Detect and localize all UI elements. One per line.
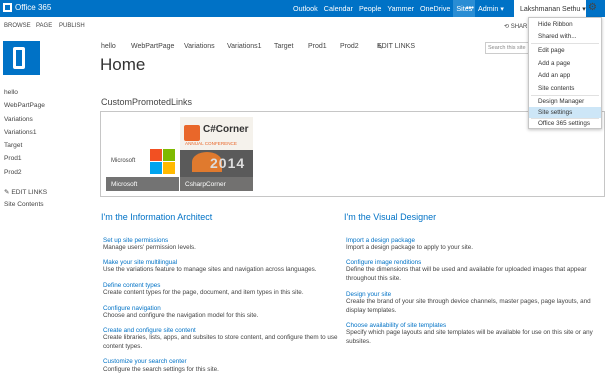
- topnav-item-webpartpage[interactable]: WebPartPage: [131, 43, 174, 50]
- menu-item-office365-settings[interactable]: Office 365 settings: [529, 118, 601, 129]
- link-import-design[interactable]: Import a design package: [346, 237, 415, 244]
- quicklaunch-site-contents[interactable]: Site Contents: [4, 201, 44, 208]
- desc-image-renditions: Define the dimensions that will be used …: [346, 266, 587, 282]
- csharpcorner-logo-icon: [184, 125, 200, 141]
- designer-title: I'm the Visual Designer: [344, 212, 437, 222]
- gear-icon[interactable]: ⚙: [588, 2, 597, 13]
- menu-item-site-settings[interactable]: Site settings: [529, 107, 601, 118]
- conference-banner: 2014: [180, 150, 253, 177]
- menu-item-design-manager[interactable]: Design Manager: [529, 96, 601, 107]
- desc-design-site: Create the brand of your site through de…: [346, 298, 591, 314]
- desc-site-templates: Specify which page layouts and site temp…: [346, 329, 593, 345]
- menu-item-site-contents[interactable]: Site contents: [529, 83, 601, 94]
- quicklaunch-item-prod2[interactable]: Prod2: [4, 169, 22, 176]
- quicklaunch-item-variations[interactable]: Variations: [4, 116, 33, 123]
- share-button[interactable]: ⟲ SHAR: [504, 23, 527, 30]
- brand-label: Office 365: [15, 3, 52, 12]
- topnav-item-variations[interactable]: Variations: [184, 43, 215, 50]
- admin-menu[interactable]: Admin ▾: [478, 4, 504, 13]
- conference-subtitle: ANNUAL CONFERENCE: [185, 141, 237, 146]
- sharepoint-logo-icon: [13, 47, 25, 69]
- microsoft-logo-text: Microsoft: [111, 158, 136, 164]
- menu-item-add-app[interactable]: Add an app: [529, 70, 601, 81]
- search-input[interactable]: Search this site: [485, 42, 530, 54]
- office365-brand[interactable]: Office 365: [3, 3, 51, 12]
- tile-microsoft-label: Microsoft: [106, 177, 179, 191]
- link-search-center[interactable]: Customize your search center: [103, 358, 187, 365]
- menu-item-add-page[interactable]: Add a page: [529, 58, 601, 69]
- site-logo[interactable]: [3, 41, 40, 75]
- topnav-item-prod2[interactable]: Prod2: [340, 43, 359, 50]
- windows-logo-icon: [150, 149, 175, 174]
- office-logo-icon: [3, 3, 12, 12]
- link-site-permissions[interactable]: Set up site permissions: [103, 237, 168, 244]
- ribbon-bar: BROWSE PAGE PUBLISH ⟲ SHAR: [0, 17, 605, 35]
- suite-nav-yammer[interactable]: Yammer: [384, 0, 417, 17]
- link-design-site[interactable]: Design your site: [346, 291, 391, 298]
- desc-multilingual: Use the variations feature to manage sit…: [103, 266, 317, 273]
- menu-item-shared-with[interactable]: Shared with...: [529, 31, 601, 42]
- desc-content-types: Create content types for the page, docum…: [103, 289, 304, 296]
- link-multilingual[interactable]: Make your site multilingual: [103, 259, 177, 266]
- tab-page[interactable]: PAGE: [36, 23, 52, 29]
- topnav-item-target[interactable]: Target: [274, 43, 293, 50]
- link-configure-navigation[interactable]: Configure navigation: [103, 305, 161, 312]
- quicklaunch-item-webpartpage[interactable]: WebPartPage: [4, 102, 45, 109]
- tile-csharpcorner-label: CsharpCorner: [180, 177, 253, 191]
- conference-year: 2014: [210, 155, 246, 171]
- page-title: Home: [100, 55, 146, 74]
- quicklaunch-item-prod1[interactable]: Prod1: [4, 155, 22, 162]
- quicklaunch-item-target[interactable]: Target: [4, 142, 22, 149]
- suite-nav-calendar[interactable]: Calendar: [321, 0, 356, 17]
- link-site-content[interactable]: Create and configure site content: [103, 327, 196, 334]
- desc-configure-navigation: Choose and configure the navigation mode…: [103, 312, 259, 319]
- link-content-types[interactable]: Define content types: [103, 282, 160, 289]
- tab-publish[interactable]: PUBLISH: [59, 23, 85, 29]
- topnav-item-prod1[interactable]: Prod1: [308, 43, 327, 50]
- menu-item-hide-ribbon[interactable]: Hide Ribbon: [529, 19, 601, 30]
- suite-nav-people[interactable]: People: [356, 0, 384, 17]
- desc-search-center: Configure the search settings for this s…: [103, 366, 219, 373]
- quicklaunch-item-variations1[interactable]: Variations1: [4, 129, 37, 136]
- suite-nav-onedrive[interactable]: OneDrive: [417, 0, 453, 17]
- more-apps-icon[interactable]: •••: [466, 3, 474, 12]
- desc-site-permissions: Manage users' permission levels.: [103, 244, 196, 251]
- quicklaunch-item-hello[interactable]: hello: [4, 89, 18, 96]
- quicklaunch-edit-links[interactable]: ✎ EDIT LINKS: [4, 188, 47, 196]
- desc-import-design: Import a design package to apply to your…: [346, 244, 474, 251]
- csharpcorner-brand: C#Corner: [203, 124, 249, 135]
- menu-item-edit-page[interactable]: Edit page: [529, 45, 601, 56]
- topnav-item-variations1[interactable]: Variations1: [227, 43, 262, 50]
- tile-csharpcorner[interactable]: C#Corner ANNUAL CONFERENCE 2014 CsharpCo…: [180, 117, 253, 191]
- tab-browse[interactable]: BROWSE: [4, 23, 31, 29]
- suite-nav-outlook[interactable]: Outlook: [290, 0, 321, 17]
- desc-site-content: Create libraries, lists, apps, and subsi…: [103, 334, 338, 350]
- user-menu[interactable]: Lakshmanan Sethu ▾: [514, 0, 586, 17]
- link-image-renditions[interactable]: Configure image renditions: [346, 259, 421, 266]
- suite-nav: Outlook Calendar People Yammer OneDrive …: [290, 0, 476, 17]
- topnav-item-hello[interactable]: hello: [101, 43, 116, 50]
- tile-microsoft[interactable]: Microsoft Microsoft: [106, 117, 179, 191]
- architect-title: I'm the Information Architect: [101, 212, 213, 222]
- link-site-templates[interactable]: Choose availability of site templates: [346, 322, 446, 329]
- suite-bar: Office 365 Outlook Calendar People Yamme…: [0, 0, 605, 17]
- share-icon: ⟲: [504, 24, 511, 30]
- promoted-links-title: CustomPromotedLinks: [101, 97, 193, 107]
- menu-separator: [531, 43, 599, 44]
- settings-menu: Hide Ribbon Shared with... Edit page Add…: [528, 17, 602, 129]
